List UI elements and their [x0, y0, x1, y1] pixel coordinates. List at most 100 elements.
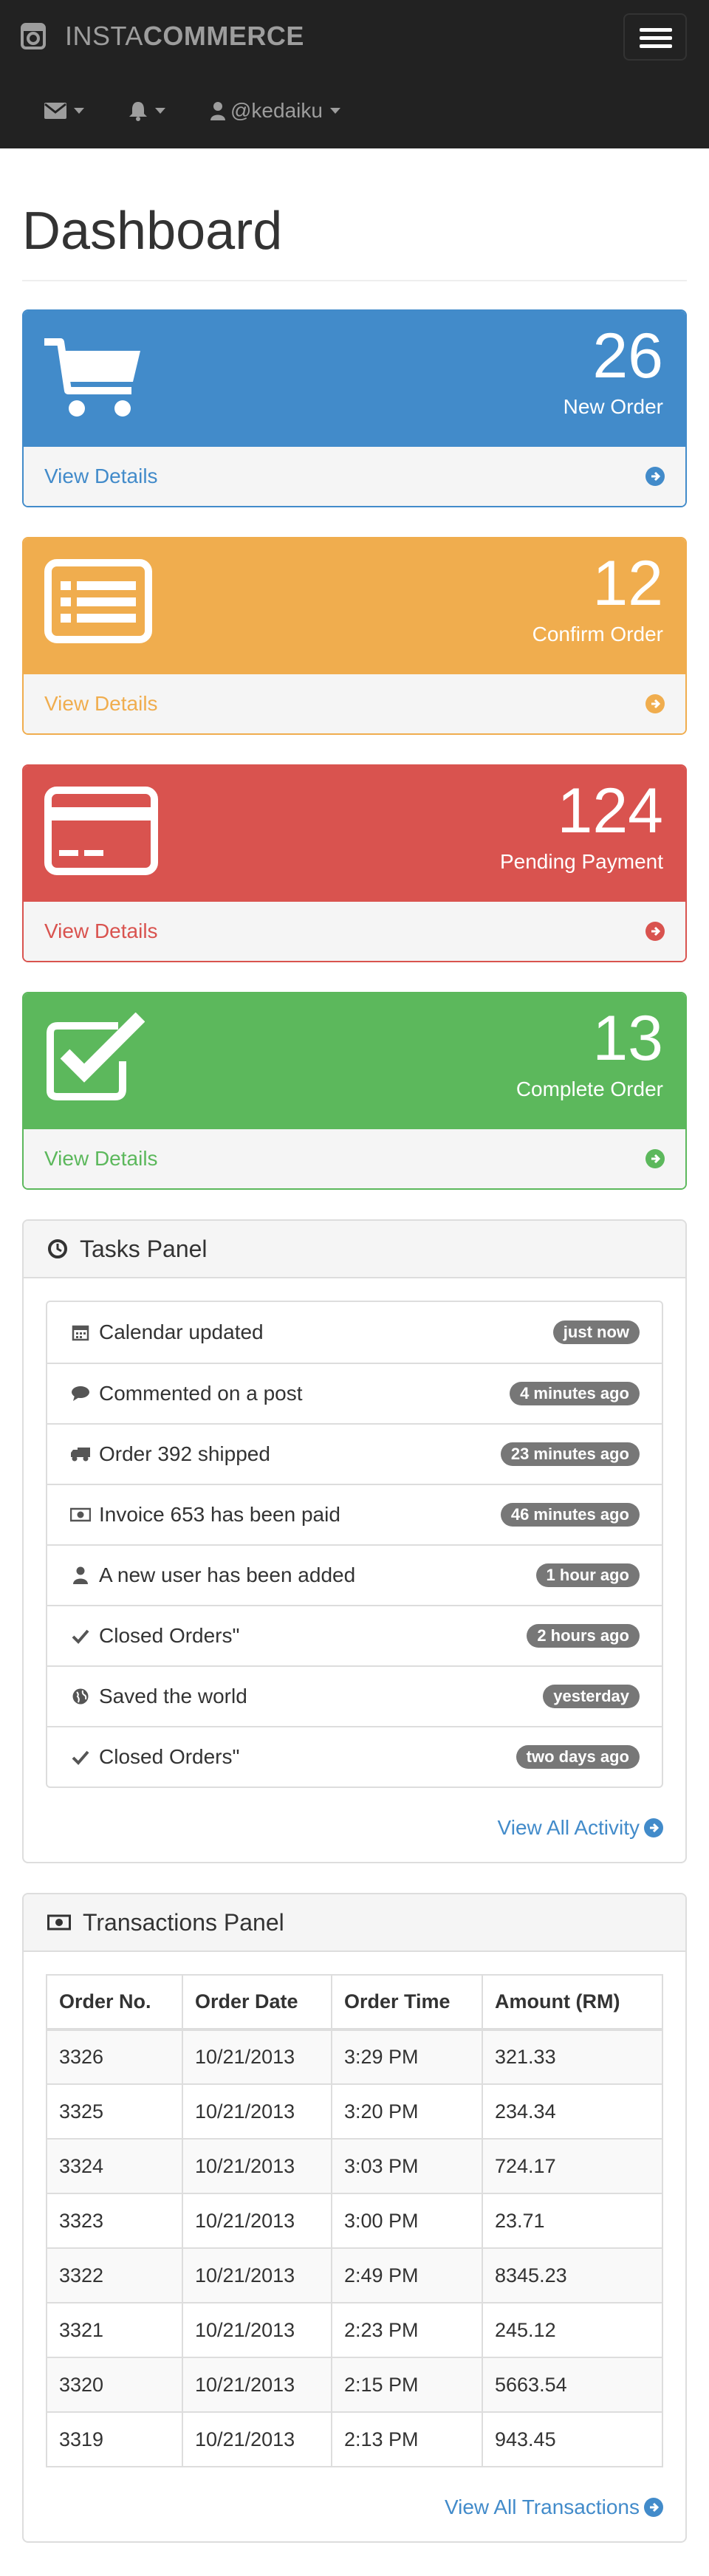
view-details-label: View Details	[44, 692, 158, 715]
list-item-content: Calendar updated	[69, 1320, 264, 1344]
truck-icon	[69, 1443, 92, 1465]
amount-cell: 724.17	[482, 2138, 663, 2194]
table-row[interactable]: 3322 10/21/2013 2:49 PM 8345.23	[46, 2247, 663, 2303]
amount-cell: 23.71	[482, 2193, 663, 2249]
order-no-cell: 3321	[46, 2302, 183, 2358]
list-item[interactable]: Commented on a post 4 minutes ago	[47, 1363, 662, 1423]
stat-value: 13	[592, 1003, 663, 1074]
transactions-panel: Transactions Panel Order No. Order Date …	[22, 1893, 687, 2543]
money-icon	[47, 1914, 71, 1931]
stat-label: Pending Payment	[499, 850, 663, 873]
table-row[interactable]: 3321 10/21/2013 2:23 PM 245.12	[46, 2302, 663, 2358]
order-date-cell: 10/21/2013	[182, 2411, 332, 2467]
order-time-cell: 2:49 PM	[331, 2247, 483, 2303]
view-all-transactions-link[interactable]: View All Transactions	[46, 2496, 663, 2519]
list-item-text: A new user has been added	[99, 1563, 356, 1586]
money-icon	[69, 1504, 92, 1526]
view-all-activity-label: View All Activity	[497, 1816, 640, 1839]
nav-items: @kedaiku	[0, 89, 340, 133]
time-badge: 2 hours ago	[527, 1624, 640, 1648]
table-row[interactable]: 3324 10/21/2013 3:03 PM 724.17	[46, 2138, 663, 2194]
list-item[interactable]: Closed Orders" 2 hours ago	[47, 1605, 662, 1665]
globe-icon	[69, 1685, 92, 1707]
time-badge: just now	[552, 1320, 640, 1344]
list-item-text: Invoice 653 has been paid	[99, 1503, 340, 1526]
instagram-icon	[21, 23, 46, 49]
brand[interactable]: INSTACOMMERCE	[21, 18, 304, 55]
list-item-content: Invoice 653 has been paid	[69, 1503, 340, 1527]
hamburger-icon[interactable]	[623, 13, 687, 61]
column-header[interactable]: Order Time	[331, 1974, 483, 2031]
time-badge: two days ago	[516, 1745, 640, 1769]
list-item[interactable]: Order 392 shipped 23 minutes ago	[47, 1423, 662, 1484]
list-item[interactable]: Calendar updated just now	[47, 1302, 662, 1363]
order-time-cell: 3:00 PM	[331, 2193, 483, 2249]
arrow-circle-right-icon	[645, 467, 665, 486]
table-row[interactable]: 3323 10/21/2013 3:00 PM 23.71	[46, 2193, 663, 2249]
order-no-cell: 3323	[46, 2193, 183, 2249]
amount-cell: 5663.54	[482, 2357, 663, 2413]
user-dropdown[interactable]: @kedaiku	[210, 99, 340, 123]
order-time-cell: 3:29 PM	[331, 2029, 483, 2085]
panel-title: Tasks Panel	[80, 1235, 208, 1262]
amount-cell: 245.12	[482, 2302, 663, 2358]
order-no-cell: 3324	[46, 2138, 183, 2194]
alerts-dropdown[interactable]	[129, 100, 165, 121]
view-details-link[interactable]: View Details	[24, 445, 685, 506]
comment-icon	[69, 1383, 92, 1405]
amount-cell: 234.34	[482, 2083, 663, 2140]
column-header[interactable]: Order No.	[46, 1974, 183, 2031]
list-item-text: Closed Orders"	[99, 1745, 240, 1768]
stat-label: Complete Order	[516, 1078, 663, 1100]
order-time-cell: 3:03 PM	[331, 2138, 483, 2194]
panel-heading: Tasks Panel	[24, 1221, 685, 1278]
list-item-content: Order 392 shipped	[69, 1442, 270, 1466]
clock-icon	[48, 1239, 67, 1258]
view-details-link[interactable]: View Details	[24, 673, 685, 733]
table-header-row: Order No. Order Date Order Time Amount (…	[46, 1974, 663, 2031]
view-details-label: View Details	[44, 465, 158, 487]
bell-icon	[129, 102, 147, 121]
check-icon	[69, 1746, 92, 1768]
list-item[interactable]: Saved the world yesterday	[47, 1665, 662, 1726]
table-row[interactable]: 3325 10/21/2013 3:20 PM 234.34	[46, 2083, 663, 2140]
list-item[interactable]: Invoice 653 has been paid 46 minutes ago	[47, 1484, 662, 1544]
list-item-content: Closed Orders"	[69, 1624, 239, 1648]
credit-card-icon	[44, 787, 158, 875]
stat-value: 12	[592, 548, 663, 619]
time-badge: 4 minutes ago	[510, 1382, 640, 1405]
messages-dropdown[interactable]	[44, 103, 84, 119]
list-item[interactable]: A new user has been added 1 hour ago	[47, 1544, 662, 1605]
task-list: Calendar updated just now Commented on a…	[46, 1301, 663, 1788]
caret-down-icon	[329, 108, 340, 114]
order-time-cell: 2:23 PM	[331, 2302, 483, 2358]
stat-heading: 13 Complete Order	[24, 993, 685, 1128]
caret-down-icon	[74, 108, 84, 114]
order-time-cell: 2:13 PM	[331, 2411, 483, 2467]
table-row[interactable]: 3319 10/21/2013 2:13 PM 943.45	[46, 2411, 663, 2467]
table-row[interactable]: 3326 10/21/2013 3:29 PM 321.33	[46, 2029, 663, 2085]
column-header[interactable]: Amount (RM)	[482, 1974, 663, 2031]
panel-body: Order No. Order Date Order Time Amount (…	[24, 1952, 685, 2541]
list-item-text: Calendar updated	[99, 1320, 264, 1343]
view-all-activity-link[interactable]: View All Activity	[46, 1816, 663, 1840]
stat-panel-confirm-order: 12 Confirm Order View Details	[22, 537, 687, 735]
tasks-panel: Tasks Panel Calendar updated just now Co…	[22, 1219, 687, 1863]
caret-down-icon	[155, 108, 165, 114]
view-details-link[interactable]: View Details	[24, 1128, 685, 1188]
divider	[22, 280, 687, 281]
check-icon	[69, 1625, 92, 1647]
list-item-text: Commented on a post	[99, 1382, 303, 1405]
stat-label: Confirm Order	[532, 623, 663, 645]
page-title: Dashboard	[22, 202, 283, 261]
stat-value: 26	[592, 321, 663, 391]
table-row[interactable]: 3320 10/21/2013 2:15 PM 5663.54	[46, 2357, 663, 2413]
arrow-circle-right-icon	[644, 1818, 663, 1837]
page-content: Dashboard 26 New Order View Details 12 C…	[0, 148, 709, 2543]
list-item-text: Saved the world	[99, 1685, 247, 1707]
list-item[interactable]: Closed Orders" two days ago	[47, 1726, 662, 1787]
view-details-link[interactable]: View Details	[24, 900, 685, 961]
amount-cell: 943.45	[482, 2411, 663, 2467]
column-header[interactable]: Order Date	[182, 1974, 332, 2031]
list-item-content: A new user has been added	[69, 1563, 355, 1587]
